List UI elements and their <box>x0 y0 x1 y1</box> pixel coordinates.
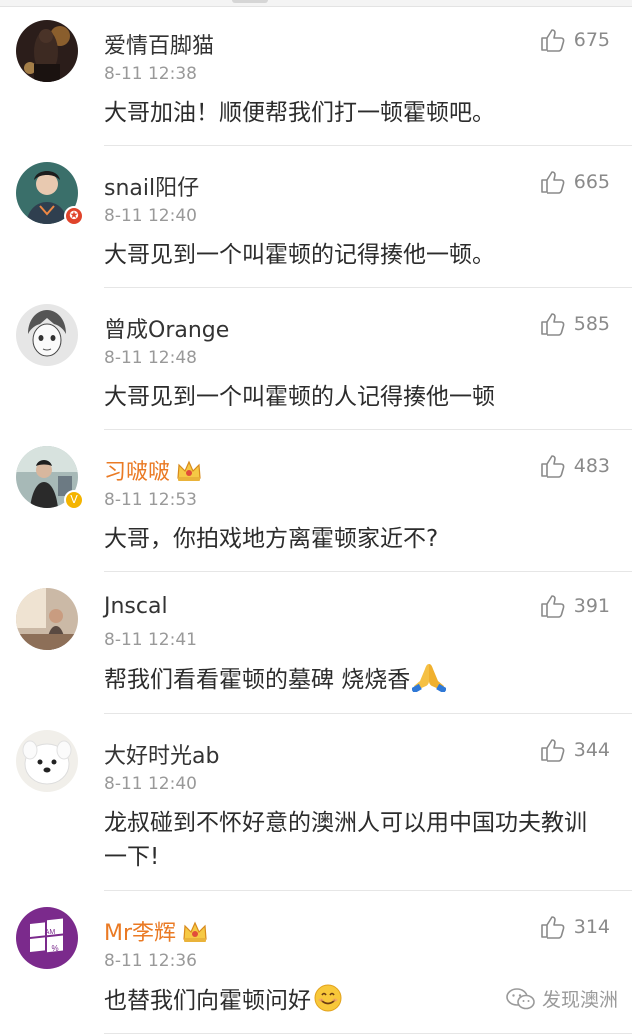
comment-item: 曾成Orange 8-11 12:48 大哥见到一个叫霍顿的人记得揍他一顿 58… <box>16 288 632 430</box>
like-button[interactable]: 314 <box>540 915 610 939</box>
like-button[interactable]: 391 <box>540 594 610 618</box>
comment-time: 8-11 12:40 <box>104 774 197 794</box>
comment-text-body: 帮我们看看霍顿的墓碑 烧烧香 <box>104 667 411 693</box>
like-count: 391 <box>573 595 610 617</box>
comment-item: 大好时光ab 8-11 12:40 龙叔碰到不怀好意的澳洲人可以用中国功夫教训一… <box>16 714 632 891</box>
like-count: 665 <box>573 171 610 193</box>
thumbs-up-icon <box>540 595 565 618</box>
like-count: 314 <box>573 916 610 938</box>
comment-username[interactable]: 爱情百脚猫 <box>104 28 214 60</box>
comment-text: 龙叔碰到不怀好意的澳洲人可以用中国功夫教训一下! <box>104 810 587 870</box>
like-button[interactable]: 585 <box>540 312 610 336</box>
thumbs-up-icon <box>540 455 565 478</box>
comment-time: 8-11 12:36 <box>104 951 197 971</box>
comment-text: 大哥见到一个叫霍顿的人记得揍他一顿 <box>104 384 495 410</box>
comment-username[interactable]: Mr李辉 <box>104 915 208 947</box>
comment-text-body: 也替我们向霍顿问好 <box>104 988 311 1014</box>
comment-time: 8-11 12:38 <box>104 64 197 84</box>
like-count: 344 <box>573 739 610 761</box>
thumbs-up-icon <box>540 171 565 194</box>
vip-crown-icon <box>183 921 207 942</box>
avatar[interactable] <box>16 730 78 792</box>
thumbs-up-icon <box>540 916 565 939</box>
verified-badge: V <box>64 490 84 510</box>
comment-time: 8-11 12:40 <box>104 206 197 226</box>
comment-username[interactable]: Jnscal <box>104 594 168 619</box>
thumbs-up-icon <box>540 313 565 336</box>
like-button[interactable]: 483 <box>540 454 610 478</box>
comment-text: 大哥加油！顺便帮我们打一顿霍顿吧。 <box>104 100 495 126</box>
avatar[interactable] <box>16 20 78 82</box>
vip-username-text: 习啵啵 <box>104 460 171 485</box>
comment-text: 大哥见到一个叫霍顿的记得揍他一顿。 <box>104 242 495 268</box>
comment-item: 爱情百脚猫 8-11 12:38 大哥加油！顺便帮我们打一顿霍顿吧。 675 <box>16 6 632 146</box>
comment-text: 帮我们看看霍顿的墓碑 烧烧香 <box>104 662 604 697</box>
comment-list: 爱情百脚猫 8-11 12:38 大哥加油！顺便帮我们打一顿霍顿吧。 675 ✪… <box>0 6 632 1034</box>
like-count: 585 <box>573 313 610 335</box>
comment-item: Jnscal 8-11 12:41 帮我们看看霍顿的墓碑 烧烧香 391 <box>16 572 632 714</box>
like-count: 675 <box>573 29 610 51</box>
comment-item: V 习啵啵 8-11 12:53 大哥，你拍戏地方离霍顿家近不? 483 <box>16 430 632 572</box>
avatar[interactable] <box>16 304 78 366</box>
comment-username[interactable]: snail阳仔 <box>104 170 199 202</box>
praying-hands-icon <box>412 664 447 692</box>
comment-item: ✪ snail阳仔 8-11 12:40 大哥见到一个叫霍顿的记得揍他一顿。 6… <box>16 146 632 288</box>
tile-label-am: AM <box>45 929 56 936</box>
comment-username[interactable]: 大好时光ab <box>104 738 219 770</box>
vip-username-text: Mr李辉 <box>104 921 177 946</box>
avatar[interactable] <box>16 588 78 650</box>
comment-username[interactable]: 习啵啵 <box>104 454 202 486</box>
thumbs-up-icon <box>540 29 565 52</box>
smiling-face-icon <box>314 984 342 1012</box>
comment-username[interactable]: 曾成Orange <box>104 312 229 344</box>
comment-item: AM % Mr李辉 8-11 12:36 也替我们向霍顿问好 314 <box>16 891 632 1034</box>
top-tab-indicator <box>232 0 268 3</box>
comment-time: 8-11 12:41 <box>104 630 197 650</box>
comment-time: 8-11 12:48 <box>104 348 197 368</box>
wechat-icon <box>506 987 535 1009</box>
like-button[interactable]: 675 <box>540 28 610 52</box>
comment-time: 8-11 12:53 <box>104 490 197 510</box>
like-button[interactable]: 665 <box>540 170 610 194</box>
watermark: 发现澳洲 <box>506 985 618 1012</box>
tile-label-percent: % <box>51 944 58 953</box>
red-star-badge: ✪ <box>64 206 84 226</box>
like-button[interactable]: 344 <box>540 738 610 762</box>
watermark-text: 发现澳洲 <box>541 989 618 1011</box>
comment-text: 大哥，你拍戏地方离霍顿家近不? <box>104 526 439 552</box>
vip-crown-icon <box>177 460 201 481</box>
avatar[interactable]: AM % <box>16 907 78 969</box>
like-count: 483 <box>573 455 610 477</box>
thumbs-up-icon <box>540 739 565 762</box>
